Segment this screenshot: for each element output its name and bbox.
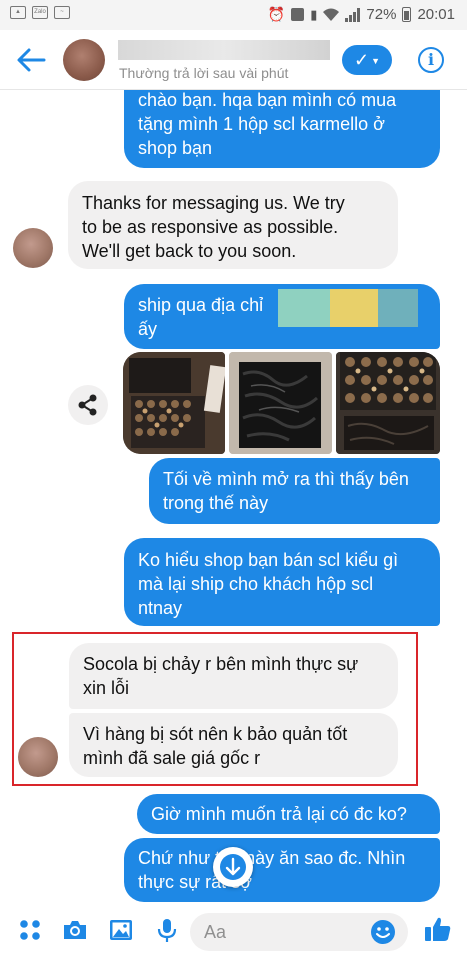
signal-icon xyxy=(345,7,361,22)
wifi-icon xyxy=(323,8,340,21)
storage-icon xyxy=(291,8,305,21)
message-input[interactable]: Aa xyxy=(190,913,408,951)
chocolate-box-lid-photo[interactable] xyxy=(229,352,332,454)
contact-name-redacted[interactable] xyxy=(118,40,330,60)
message-bubble[interactable]: Giờ mình muốn trả lại có đc ko? xyxy=(137,794,440,834)
message-bubble[interactable]: Tối về mình mở ra thì thấy bên trong thế… xyxy=(149,458,440,524)
redacted-block xyxy=(378,289,418,327)
battery-icon xyxy=(402,7,412,22)
message-line: Thanks for messaging us. We try xyxy=(82,193,345,213)
camera-icon[interactable] xyxy=(61,916,89,944)
highlight-box xyxy=(12,632,418,786)
activity-icon: ~ xyxy=(54,6,70,19)
message-line: trong thế này xyxy=(163,493,269,513)
message-line: Tối về mình mở ra thì thấy bên xyxy=(163,469,409,489)
share-icon xyxy=(78,394,97,416)
contact-avatar[interactable] xyxy=(13,228,53,268)
battery-percent: 72% xyxy=(366,6,397,23)
scroll-to-bottom-button[interactable] xyxy=(213,847,253,887)
message-line: Ko hiểu shop bạn bán scl kiểu gì xyxy=(138,550,399,570)
redacted-block xyxy=(330,289,378,327)
status-bar: ▲ Zalo ~ ⏰ ▮ 72% 20:01 xyxy=(0,0,467,30)
emoji-icon[interactable] xyxy=(370,919,396,945)
message-line: Chứ như thế này ăn sao đc. Nhìn xyxy=(138,848,406,868)
back-arrow-icon[interactable] xyxy=(16,46,46,74)
composer-bar: Aa xyxy=(0,902,467,960)
message-bubble[interactable]: Chứ như thế này ăn sao đc. Nhìn thực sự … xyxy=(124,838,440,902)
info-icon[interactable]: i xyxy=(418,47,444,73)
message-line: mà lại ship cho khách hộp scl xyxy=(138,574,374,594)
checkmark-icon: ✓ xyxy=(353,50,370,70)
chevron-down-icon: ▼ xyxy=(371,56,380,67)
message-line: Giờ mình muốn trả lại có đc ko? xyxy=(151,804,407,824)
apps-icon[interactable] xyxy=(16,916,44,944)
message-bubble[interactable]: Thanks for messaging us. We try to be as… xyxy=(68,181,398,269)
arrow-down-icon xyxy=(220,854,246,880)
redacted-block xyxy=(278,289,330,327)
mark-done-button[interactable]: ✓ ▼ xyxy=(342,45,392,75)
clock: 20:01 xyxy=(417,6,455,23)
vibrate-icon: ▮ xyxy=(310,6,318,22)
message-line: chào bạn. hqa bạn mình có mua xyxy=(138,90,397,110)
message-line: We'll get back to you soon. xyxy=(82,241,297,261)
chocolate-close-up-photo[interactable] xyxy=(336,352,440,454)
message-line: ntnay xyxy=(138,598,183,618)
contact-avatar[interactable] xyxy=(63,39,105,81)
message-line: tặng mình 1 hộp scl karmello ở xyxy=(138,114,385,134)
message-line: to be as responsive as possible. xyxy=(82,217,339,237)
conversation-header: Thường trả lời sau vài phút ✓ ▼ i xyxy=(0,30,467,90)
thumbs-up-icon[interactable] xyxy=(423,914,453,944)
message-line: shop bạn xyxy=(138,138,213,158)
message-bubble[interactable]: Ko hiểu shop bạn bán scl kiểu gì mà lại … xyxy=(124,538,440,626)
message-line: thực sự rất sợ xyxy=(138,872,252,892)
microphone-icon[interactable] xyxy=(153,916,181,944)
message-input-placeholder: Aa xyxy=(204,922,227,942)
gallery-icon[interactable] xyxy=(107,916,135,944)
zalo-icon: Zalo xyxy=(32,6,48,19)
share-button[interactable] xyxy=(68,385,108,425)
message-bubble[interactable]: chào bạn. hqa bạn mình có mua tặng mình … xyxy=(124,84,440,168)
response-time-status: Thường trả lời sau vài phút xyxy=(119,65,289,81)
image-icon: ▲ xyxy=(10,6,26,19)
chocolate-photo[interactable] xyxy=(123,352,225,454)
alarm-icon: ⏰ xyxy=(267,6,286,22)
